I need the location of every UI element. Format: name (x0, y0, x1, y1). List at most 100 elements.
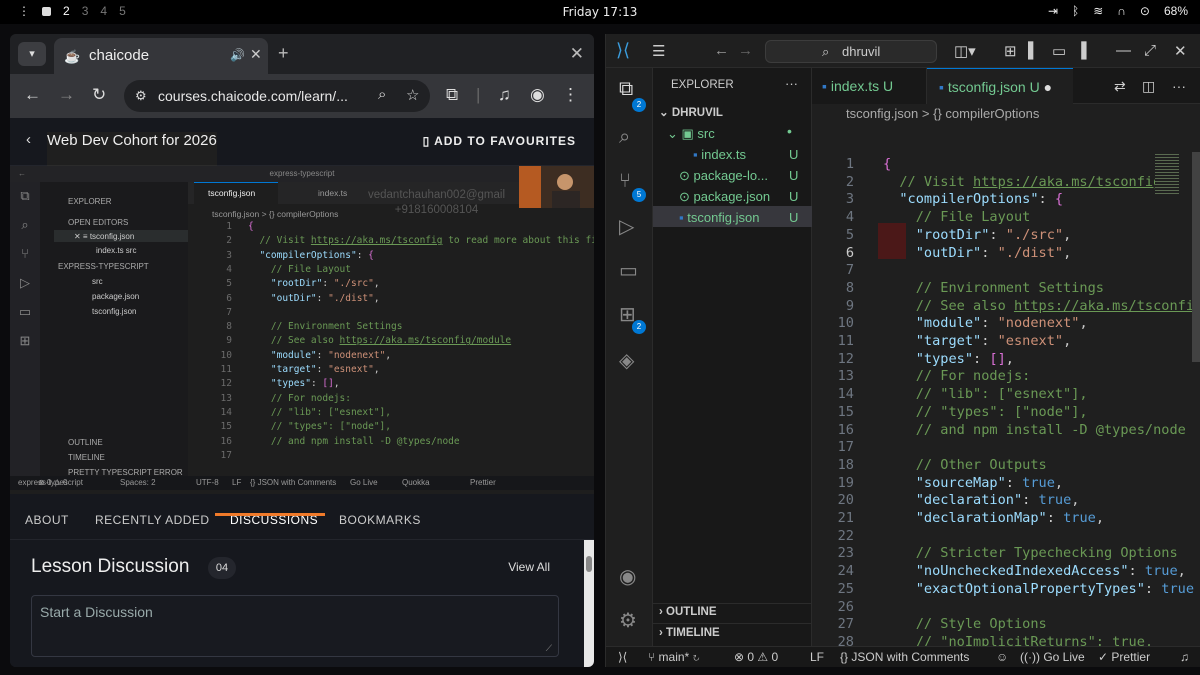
go-live-button[interactable]: ((·)) Go Live (1020, 647, 1085, 667)
nav-forward-icon[interactable]: → (738, 42, 753, 59)
tab-tsconfig-json[interactable]: ▪ tsconfig.json U ● (927, 68, 1073, 104)
close-button[interactable]: ✕ (1174, 42, 1187, 60)
prettier-button[interactable]: ✓ Prettier (1098, 647, 1150, 667)
editor-scrollbar[interactable] (1192, 152, 1200, 362)
add-to-favourites-button[interactable]: ▯ ADD TO FAVOURITES (423, 134, 576, 148)
profile-icon[interactable]: ◉ (530, 85, 545, 105)
crumb-symbol[interactable]: {} compilerOptions (933, 106, 1039, 121)
copilot-icon[interactable]: ◫▾ (954, 42, 976, 60)
remote-indicator-icon[interactable]: ⟩⟨ (618, 647, 627, 667)
close-tab-icon[interactable]: ✕ (250, 46, 262, 63)
battery-level[interactable]: 68% (1164, 4, 1188, 18)
notifications-icon[interactable]: ♫ (1180, 647, 1189, 667)
tree-package-json[interactable]: ⊙ package.json (679, 189, 770, 205)
headphones-icon[interactable]: ∩ (1117, 4, 1126, 18)
nav-back-icon[interactable]: ← (714, 42, 729, 59)
tab-recently-added[interactable]: RECENTLY ADDED (95, 513, 210, 527)
manage-gear-icon[interactable]: ⚙ (619, 608, 637, 633)
code-line[interactable]: "target": "esnext", (883, 333, 1072, 351)
code-line[interactable]: "rootDir": "./src", (883, 227, 1072, 245)
code-line[interactable]: // "types": ["node"], (883, 404, 1088, 422)
back-button[interactable]: ← (24, 85, 41, 105)
remote-explorer-icon[interactable]: ▭ (619, 258, 638, 283)
discussion-input[interactable]: Start a Discussion ⟋ (31, 595, 559, 657)
tree-tsconfig-json[interactable]: ▪ tsconfig.json (679, 210, 760, 225)
tab-search-button[interactable]: ▾ (18, 42, 46, 66)
crumb-file[interactable]: tsconfig.json (846, 106, 918, 121)
code-line[interactable]: // Other Outputs (883, 457, 1047, 475)
command-center-search[interactable]: ⌕ dhruvil (765, 40, 937, 63)
menu-icon[interactable]: ☰ (652, 42, 665, 60)
tab-about[interactable]: ABOUT (25, 513, 69, 527)
close-window-button[interactable]: ✕ (570, 44, 584, 64)
toggle-secondary-icon[interactable]: ▐ (1076, 42, 1087, 59)
code-line[interactable]: "sourceMap": true, (883, 475, 1063, 493)
view-all-link[interactable]: View All (508, 560, 550, 574)
eol-indicator[interactable]: LF (810, 647, 824, 667)
tab-index-ts[interactable]: ▪ index.ts U (812, 68, 927, 104)
code-line[interactable]: "types": [], (883, 351, 1014, 369)
compare-changes-icon[interactable]: ⇄ (1114, 68, 1126, 104)
code-line[interactable]: { (883, 156, 891, 174)
zoom-icon[interactable]: ⌕ (378, 86, 386, 103)
resize-handle-icon[interactable]: ⟋ (546, 643, 552, 654)
page-scrollbar[interactable] (584, 540, 594, 667)
code-line[interactable]: // For nodejs: (883, 368, 1031, 386)
menu-icon[interactable]: ⋮ (562, 85, 579, 105)
tree-package-lock[interactable]: ⊙ package-lo... (679, 168, 768, 184)
code-line[interactable]: // See also https://aka.ms/tsconfi (883, 298, 1194, 316)
breadcrumb[interactable]: tsconfig.json > {} compilerOptions (812, 104, 1039, 124)
toggle-panel-icon[interactable]: ▭ (1052, 42, 1066, 60)
search-icon[interactable]: ⌕ (619, 126, 630, 149)
settings-icon[interactable]: ⊙ (1140, 4, 1150, 18)
code-line[interactable]: "exactOptionalPropertyTypes": true (883, 581, 1194, 599)
code-line[interactable]: // Visit https://aka.ms/tsconfig (883, 174, 1161, 192)
branch-indicator[interactable]: ⑂ main* ↻ (648, 647, 700, 667)
problems-indicator[interactable]: ⊗ 0 ⚠ 0 (734, 647, 778, 667)
back-arrow-icon[interactable]: ‹ (26, 131, 31, 148)
copilot-status-icon[interactable]: ☺ (996, 647, 1008, 667)
new-tab-button[interactable]: + (278, 43, 289, 64)
reload-button[interactable]: ↻ (92, 85, 106, 105)
logout-icon[interactable]: ⇥ (1048, 4, 1058, 18)
scroll-thumb[interactable] (586, 556, 592, 572)
explorer-more-icon[interactable]: ··· (785, 76, 798, 91)
source-control-icon[interactable]: ⑂ (619, 170, 631, 193)
lesson-video[interactable]: ← express-typescript ⧉ ⌕ ⑂ ▷ ▭ ⊞ EXPLORER OPEN… (10, 166, 594, 494)
language-mode[interactable]: {} JSON with Comments (840, 647, 969, 667)
bookmark-star-icon[interactable]: ☆ (406, 86, 419, 104)
code-line[interactable]: // Stricter Typechecking Options (883, 545, 1178, 563)
tree-index-ts[interactable]: ▪ index.ts (693, 147, 746, 162)
code-line[interactable]: "module": "nodenext", (883, 315, 1088, 333)
layout-icon[interactable]: ⊞ (1004, 42, 1017, 60)
run-debug-icon[interactable]: ▷ (619, 214, 634, 239)
code-line[interactable]: "declaration": true, (883, 492, 1080, 510)
forward-button[interactable]: → (58, 85, 75, 105)
code-line[interactable]: // "lib": ["esnext"], (883, 386, 1088, 404)
wifi-icon[interactable]: ≋ (1093, 4, 1103, 18)
extensions-icon[interactable]: ⧉ (446, 85, 458, 105)
explorer-icon[interactable]: ⧉ (619, 78, 633, 101)
tab-bookmarks[interactable]: BOOKMARKS (339, 513, 421, 527)
minimize-button[interactable]: — (1116, 42, 1131, 59)
code-line[interactable]: // Style Options (883, 616, 1047, 634)
site-info-icon[interactable]: ⚙ (135, 88, 147, 104)
code-line[interactable]: "noUncheckedIndexedAccess": true, (883, 563, 1186, 581)
code-line[interactable]: "compilerOptions": { (883, 191, 1063, 209)
code-line[interactable]: "outDir": "./dist", (883, 245, 1072, 263)
minimap[interactable] (1155, 154, 1179, 194)
split-editor-icon[interactable]: ◫ (1142, 68, 1155, 104)
timeline-section[interactable]: › TIMELINE (659, 627, 720, 639)
browser-tab[interactable]: ☕ chaicode 🔊 ✕ (54, 38, 268, 74)
outline-section[interactable]: › OUTLINE (659, 606, 717, 618)
system-tray[interactable]: ⇥ ᛒ ≋ ∩ ⊙ 68% (1048, 4, 1188, 18)
audio-icon[interactable]: 🔊 (230, 48, 245, 62)
workspace-root[interactable]: ⌄ DHRUVIL (659, 105, 723, 119)
clock[interactable]: Friday 17:13 (0, 5, 1200, 19)
code-line[interactable]: // and npm install -D @types/node (883, 422, 1186, 440)
maximize-button[interactable]: ⤢ (1144, 42, 1156, 59)
toggle-sidebar-icon[interactable]: ▌ (1028, 42, 1039, 59)
code-line[interactable]: // File Layout (883, 209, 1031, 227)
more-actions-icon[interactable]: ··· (1172, 68, 1186, 104)
media-controls-icon[interactable]: ♫ (498, 85, 511, 105)
